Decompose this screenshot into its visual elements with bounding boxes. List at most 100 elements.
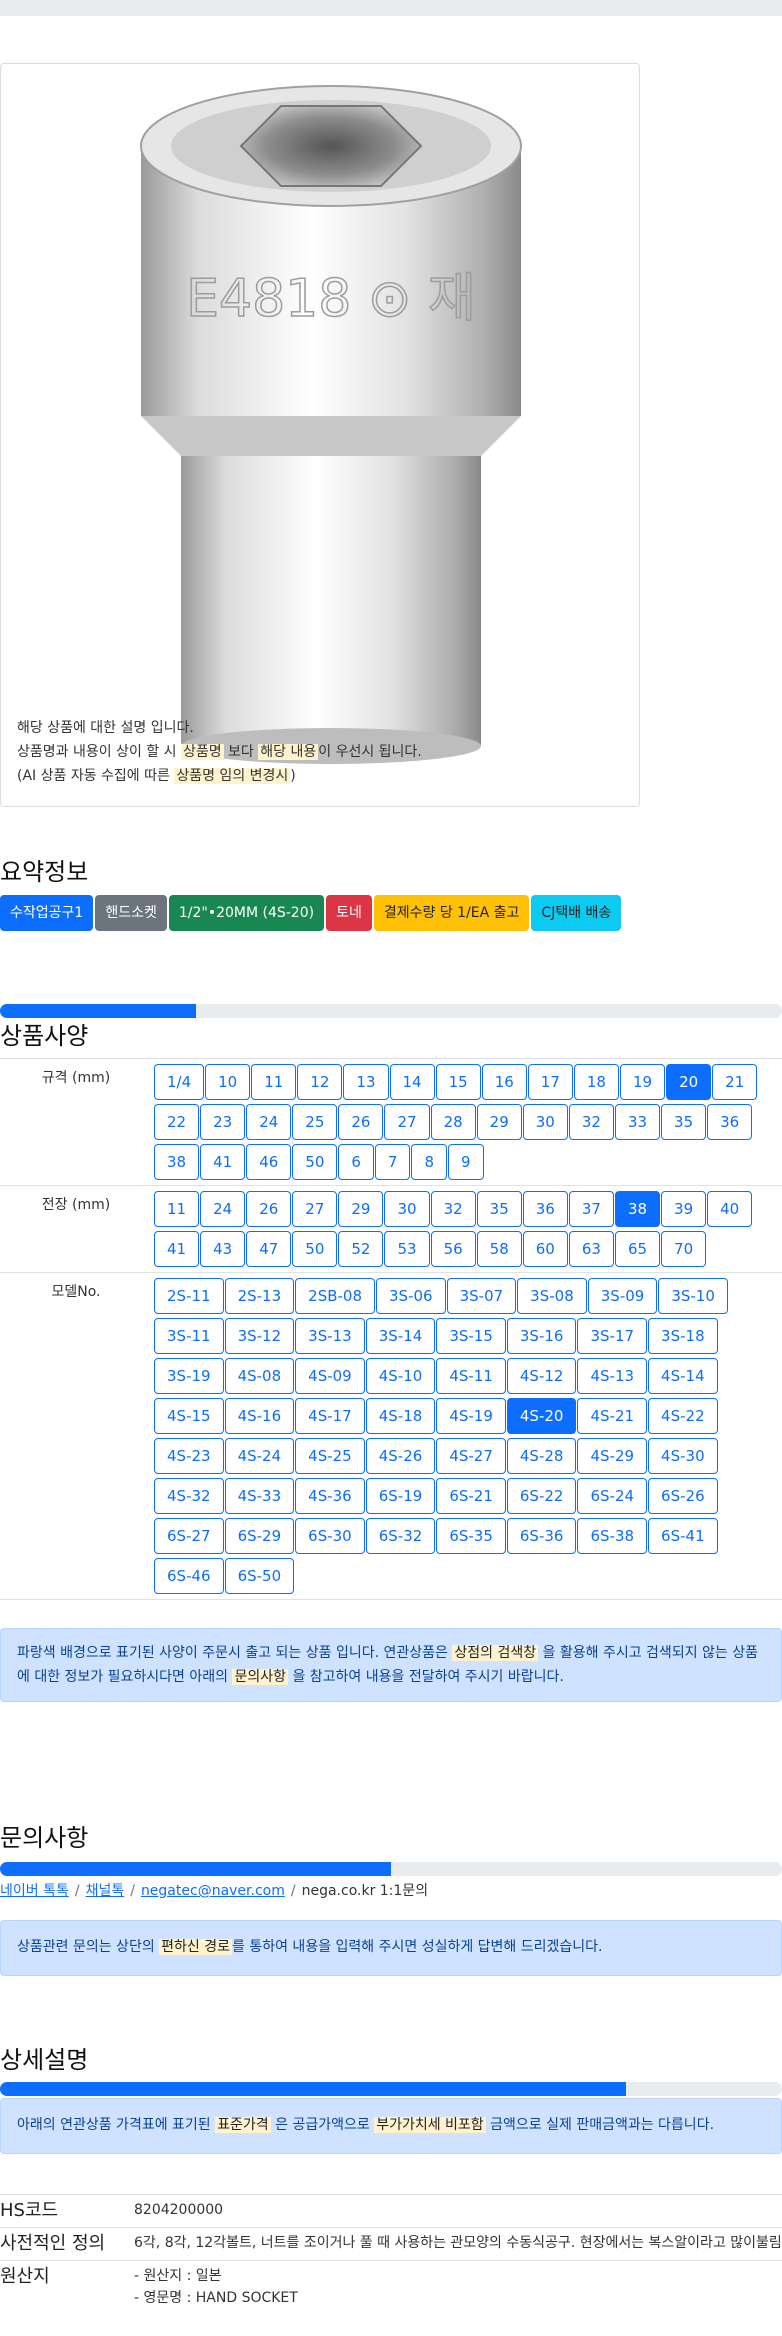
spec-option[interactable]: 4S-11 (436, 1358, 506, 1394)
spec-option[interactable]: 4S-29 (577, 1438, 648, 1474)
spec-option[interactable]: 30 (522, 1104, 568, 1140)
spec-option[interactable]: 6S-50 (224, 1558, 295, 1594)
spec-option[interactable]: 6S-38 (577, 1518, 648, 1554)
spec-option[interactable]: 60 (522, 1231, 568, 1267)
spec-option[interactable]: 4S-25 (295, 1438, 365, 1474)
spec-option[interactable]: 4S-15 (154, 1398, 224, 1434)
spec-option[interactable]: 35 (661, 1104, 707, 1140)
spec-option[interactable]: 3S-17 (577, 1318, 648, 1354)
spec-option[interactable]: 3S-08 (517, 1278, 587, 1314)
spec-option[interactable]: 3S-13 (295, 1318, 365, 1354)
spec-option[interactable]: 15 (435, 1064, 481, 1100)
spec-option[interactable]: 3S-06 (376, 1278, 446, 1314)
spec-option[interactable]: 6S-41 (648, 1518, 718, 1554)
spec-option[interactable]: 4S-10 (365, 1358, 436, 1394)
spec-option[interactable]: 47 (246, 1231, 292, 1267)
spec-option-selected[interactable]: 38 (614, 1191, 661, 1227)
spec-option[interactable]: 37 (568, 1191, 614, 1227)
spec-option[interactable]: 3S-09 (587, 1278, 658, 1314)
spec-option-selected[interactable]: 20 (666, 1064, 712, 1100)
spec-option[interactable]: 10 (205, 1064, 251, 1100)
spec-option[interactable]: 27 (384, 1104, 430, 1140)
spec-option[interactable]: 6S-30 (295, 1518, 365, 1554)
spec-option[interactable]: 4S-13 (577, 1358, 648, 1394)
spec-option[interactable]: 53 (384, 1231, 430, 1267)
spec-option[interactable]: 6S-29 (224, 1518, 295, 1554)
spec-option[interactable]: 25 (292, 1104, 338, 1140)
spec-option[interactable]: 3S-18 (648, 1318, 718, 1354)
spec-option[interactable]: 39 (661, 1191, 707, 1227)
spec-option[interactable]: 4S-17 (295, 1398, 365, 1434)
spec-option[interactable]: 41 (154, 1231, 200, 1267)
spec-option[interactable]: 17 (527, 1064, 573, 1100)
spec-option[interactable]: 4S-16 (224, 1398, 295, 1434)
spec-option[interactable]: 70 (661, 1231, 707, 1267)
spec-option[interactable]: 4S-18 (365, 1398, 436, 1434)
spec-option[interactable]: 29 (476, 1104, 522, 1140)
spec-option[interactable]: 2S-13 (224, 1278, 295, 1314)
spec-option[interactable]: 4S-22 (648, 1398, 718, 1434)
spec-option[interactable]: 12 (297, 1064, 343, 1100)
spec-option[interactable]: 4S-27 (436, 1438, 506, 1474)
spec-option[interactable]: 6S-19 (365, 1478, 436, 1514)
naver-talk-link[interactable]: 네이버 톡톡 (0, 1883, 69, 1899)
spec-option[interactable]: 3S-10 (658, 1278, 728, 1314)
spec-option[interactable]: 3S-16 (506, 1318, 577, 1354)
spec-option[interactable]: 3S-15 (436, 1318, 506, 1354)
spec-option[interactable]: 63 (568, 1231, 614, 1267)
spec-option[interactable]: 24 (200, 1191, 246, 1227)
spec-option[interactable]: 4S-12 (506, 1358, 577, 1394)
spec-option[interactable]: 14 (389, 1064, 435, 1100)
spec-option-selected[interactable]: 4S-20 (506, 1398, 577, 1434)
spec-option[interactable]: 43 (200, 1231, 246, 1267)
spec-option[interactable]: 30 (384, 1191, 430, 1227)
spec-option[interactable]: 4S-32 (154, 1478, 224, 1514)
spec-option[interactable]: 6S-22 (506, 1478, 577, 1514)
spec-option[interactable]: 7 (374, 1144, 411, 1180)
spec-option[interactable]: 11 (251, 1064, 297, 1100)
spec-option[interactable]: 50 (292, 1144, 338, 1180)
spec-option[interactable]: 36 (522, 1191, 568, 1227)
spec-option[interactable]: 3S-07 (446, 1278, 517, 1314)
spec-option[interactable]: 4S-30 (648, 1438, 718, 1474)
spec-option[interactable]: 6S-21 (436, 1478, 506, 1514)
spec-option[interactable]: 26 (246, 1191, 292, 1227)
spec-option[interactable]: 29 (338, 1191, 384, 1227)
spec-option[interactable]: 6S-36 (506, 1518, 577, 1554)
spec-option[interactable]: 3S-12 (224, 1318, 295, 1354)
spec-option[interactable]: 4S-28 (506, 1438, 577, 1474)
spec-option[interactable]: 3S-19 (154, 1358, 224, 1394)
spec-option[interactable]: 24 (246, 1104, 292, 1140)
spec-option[interactable]: 6S-32 (365, 1518, 436, 1554)
spec-option[interactable]: 27 (292, 1191, 338, 1227)
spec-option[interactable]: 56 (430, 1231, 476, 1267)
spec-option[interactable]: 2SB-08 (295, 1278, 376, 1314)
spec-option[interactable]: 52 (338, 1231, 384, 1267)
spec-option[interactable]: 50 (292, 1231, 338, 1267)
spec-option[interactable]: 32 (430, 1191, 476, 1227)
spec-option[interactable]: 28 (430, 1104, 476, 1140)
spec-option[interactable]: 21 (712, 1064, 758, 1100)
spec-option[interactable]: 40 (707, 1191, 753, 1227)
channel-talk-link[interactable]: 채널톡 (86, 1883, 125, 1899)
spec-option[interactable]: 4S-33 (224, 1478, 295, 1514)
spec-option[interactable]: 19 (619, 1064, 666, 1100)
spec-option[interactable]: 16 (481, 1064, 527, 1100)
spec-option[interactable]: 33 (614, 1104, 661, 1140)
spec-option[interactable]: 4S-36 (295, 1478, 365, 1514)
spec-option[interactable]: 4S-26 (365, 1438, 436, 1474)
spec-option[interactable]: 4S-23 (154, 1438, 224, 1474)
spec-option[interactable]: 4S-21 (577, 1398, 648, 1434)
spec-option[interactable]: 22 (154, 1104, 200, 1140)
spec-option[interactable]: 38 (154, 1144, 200, 1180)
spec-option[interactable]: 4S-14 (648, 1358, 718, 1394)
spec-option[interactable]: 4S-24 (224, 1438, 295, 1474)
spec-option[interactable]: 23 (200, 1104, 246, 1140)
spec-option[interactable]: 3S-11 (154, 1318, 224, 1354)
spec-option[interactable]: 2S-11 (154, 1278, 224, 1314)
email-link[interactable]: negatec@naver.com (141, 1883, 285, 1899)
spec-option[interactable]: 3S-14 (365, 1318, 436, 1354)
spec-option[interactable]: 11 (154, 1191, 200, 1227)
spec-option[interactable]: 41 (200, 1144, 246, 1180)
spec-option[interactable]: 18 (573, 1064, 619, 1100)
